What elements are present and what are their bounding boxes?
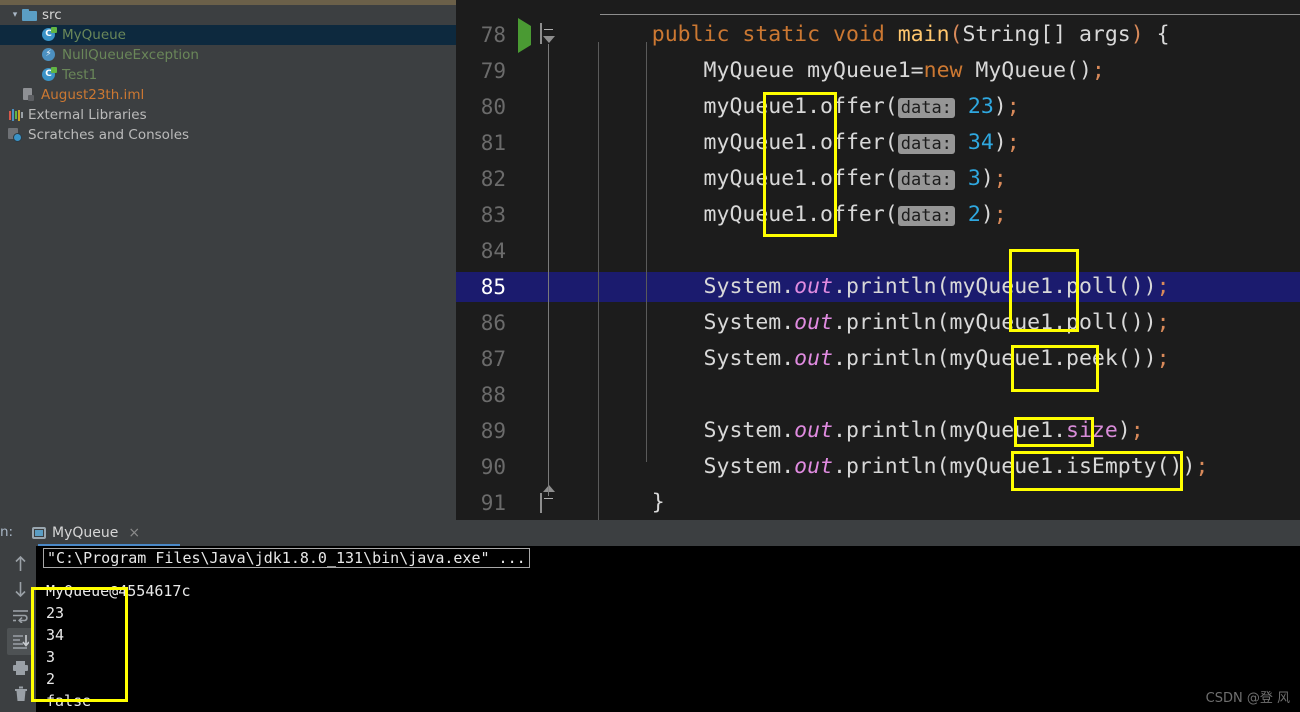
console-line: MyQueue@4554617c — [46, 582, 191, 600]
line-number: 91 — [480, 491, 506, 515]
line-number: 90 — [480, 455, 506, 479]
code-line[interactable]: 81 myQueue1.offer(data: 34); — [456, 125, 1300, 161]
code-line[interactable]: 90 System.out.println(myQueue1.isEmpty()… — [456, 449, 1300, 485]
line-number: 86 — [480, 311, 506, 335]
console-line: 3 — [46, 648, 56, 666]
code-line[interactable]: 89 System.out.println(myQueue1.size); — [456, 413, 1300, 449]
exception-icon: ⚡ — [42, 47, 57, 63]
code-line[interactable]: 84 — [456, 233, 1300, 269]
line-number: 87 — [480, 347, 506, 371]
parameter-hint: data: — [897, 97, 955, 118]
tree-item-label: NullQueueException — [62, 47, 199, 63]
code-text: myQueue1.offer(data: 2); — [600, 201, 1007, 227]
clear-all-icon[interactable] — [7, 680, 34, 707]
code-text: System.out.println(myQueue1.poll()); — [600, 310, 1170, 335]
run-tab-label: MyQueue — [52, 525, 119, 541]
run-gutter-icon[interactable] — [518, 18, 536, 53]
ide-window: ▾ src C MyQueue ⚡ NullQueueException C Test1 Aug… — [0, 0, 1300, 712]
tree-item-label: August23th.iml — [41, 87, 145, 103]
watermark: CSDN @登 风 — [1205, 691, 1290, 706]
tree-item-label: Scratches and Consoles — [28, 127, 190, 143]
code-line[interactable]: 80 myQueue1.offer(data: 23); — [456, 89, 1300, 125]
tree-item-label: External Libraries — [28, 107, 147, 123]
run-tab-myqueue[interactable]: MyQueue × — [26, 520, 146, 546]
parameter-hint: data: — [897, 205, 955, 226]
tree-item-scratches-and-consoles[interactable]: Scratches and Consoles — [0, 125, 456, 145]
console-line: false — [46, 692, 92, 710]
console-line: 2 — [46, 670, 56, 688]
code-line[interactable]: 78 public static void main(String[] args… — [456, 17, 1300, 53]
code-line[interactable]: 86 System.out.println(myQueue1.poll()); — [456, 305, 1300, 341]
console-line: 23 — [46, 604, 65, 622]
line-number: 78 — [480, 23, 506, 47]
tree-item-label: src — [42, 7, 62, 23]
code-text: public static void main(String[] args) { — [651, 22, 1170, 47]
code-line[interactable]: 85 System.out.println(myQueue1.poll()); — [456, 269, 1300, 305]
class-icon: C — [42, 66, 57, 83]
code-text: System.out.println(myQueue1.size); — [600, 418, 1144, 443]
fold-collapse-end-icon[interactable] — [540, 493, 562, 515]
indent-guide — [598, 42, 599, 520]
tree-item-test1[interactable]: C Test1 — [0, 65, 456, 85]
line-number: 89 — [480, 419, 506, 443]
rerun-down-icon[interactable] — [7, 576, 34, 603]
run-window-label: n: — [0, 524, 14, 540]
scratches-icon — [8, 128, 23, 142]
fold-rail — [548, 44, 549, 496]
fold-collapse-icon[interactable] — [540, 23, 562, 46]
line-number: 85 — [480, 275, 506, 299]
line-number: 88 — [480, 383, 506, 407]
console-window-icon — [32, 527, 46, 539]
console-output[interactable]: "C:\Program Files\Java\jdk1.8.0_131\bin\… — [36, 546, 1300, 712]
tree-item-label: MyQueue — [62, 27, 126, 43]
code-text: myQueue1.offer(data: 3); — [600, 165, 1007, 191]
code-text: System.out.println(myQueue1.peek()); — [600, 346, 1170, 371]
console-line: 34 — [46, 626, 65, 644]
scroll-to-end-icon[interactable] — [7, 628, 34, 655]
line-number: 81 — [480, 131, 506, 155]
line-number: 79 — [480, 59, 506, 83]
console-toolbar[interactable] — [5, 546, 36, 712]
code-editor[interactable]: 78 public static void main(String[] args… — [456, 0, 1300, 520]
code-line[interactable]: 83 myQueue1.offer(data: 2); — [456, 197, 1300, 233]
code-text: myQueue1.offer(data: 23); — [600, 93, 1020, 119]
tree-item-myqueue[interactable]: C MyQueue — [0, 25, 456, 45]
soft-wrap-icon[interactable] — [7, 602, 34, 629]
code-text: } — [600, 490, 665, 515]
tree-item-label: Test1 — [62, 67, 98, 83]
code-line[interactable]: 91 } — [456, 485, 1300, 521]
rerun-up-icon[interactable] — [7, 550, 34, 577]
tree-item-august23th-iml[interactable]: August23th.iml — [0, 85, 456, 105]
code-text: System.out.println(myQueue1.isEmpty()); — [600, 454, 1209, 479]
code-text: MyQueue myQueue1=new MyQueue(); — [600, 58, 1105, 83]
line-number: 84 — [480, 239, 506, 263]
line-number: 80 — [480, 95, 506, 119]
code-line[interactable]: 87 System.out.println(myQueue1.peek()); — [456, 341, 1300, 377]
code-text: System.out.println(myQueue1.poll()); — [600, 274, 1170, 299]
code-line[interactable]: 82 myQueue1.offer(data: 3); — [456, 161, 1300, 197]
code-text: myQueue1.offer(data: 34); — [600, 129, 1020, 155]
folder-icon — [22, 9, 37, 21]
parameter-hint: data: — [897, 133, 955, 154]
line-number: 83 — [480, 203, 506, 227]
print-icon[interactable] — [7, 654, 34, 681]
run-tab-bar: n: MyQueue × — [0, 520, 1300, 547]
indent-guide — [646, 42, 647, 462]
parameter-hint: data: — [897, 169, 955, 190]
close-icon[interactable]: × — [128, 525, 140, 541]
class-icon: C — [42, 26, 57, 43]
libraries-icon — [8, 109, 23, 122]
tree-item-src[interactable]: ▾ src — [0, 5, 456, 25]
console-command-line: "C:\Program Files\Java\jdk1.8.0_131\bin\… — [43, 548, 530, 568]
tree-item-external-libraries[interactable]: External Libraries — [0, 105, 456, 125]
line-number: 82 — [480, 167, 506, 191]
run-tool-window[interactable]: n: MyQueue × "C:\Program Files\Java\jdk1… — [0, 520, 1300, 712]
iml-file-icon — [22, 88, 36, 102]
tree-item-nullqueueexception[interactable]: ⚡ NullQueueException — [0, 45, 456, 65]
project-tree-panel[interactable]: ▾ src C MyQueue ⚡ NullQueueException C Test1 Aug… — [0, 5, 456, 520]
code-line[interactable]: 79 MyQueue myQueue1=new MyQueue(); — [456, 53, 1300, 89]
chevron-down-icon[interactable]: ▾ — [8, 10, 22, 20]
code-line[interactable]: 88 — [456, 377, 1300, 413]
